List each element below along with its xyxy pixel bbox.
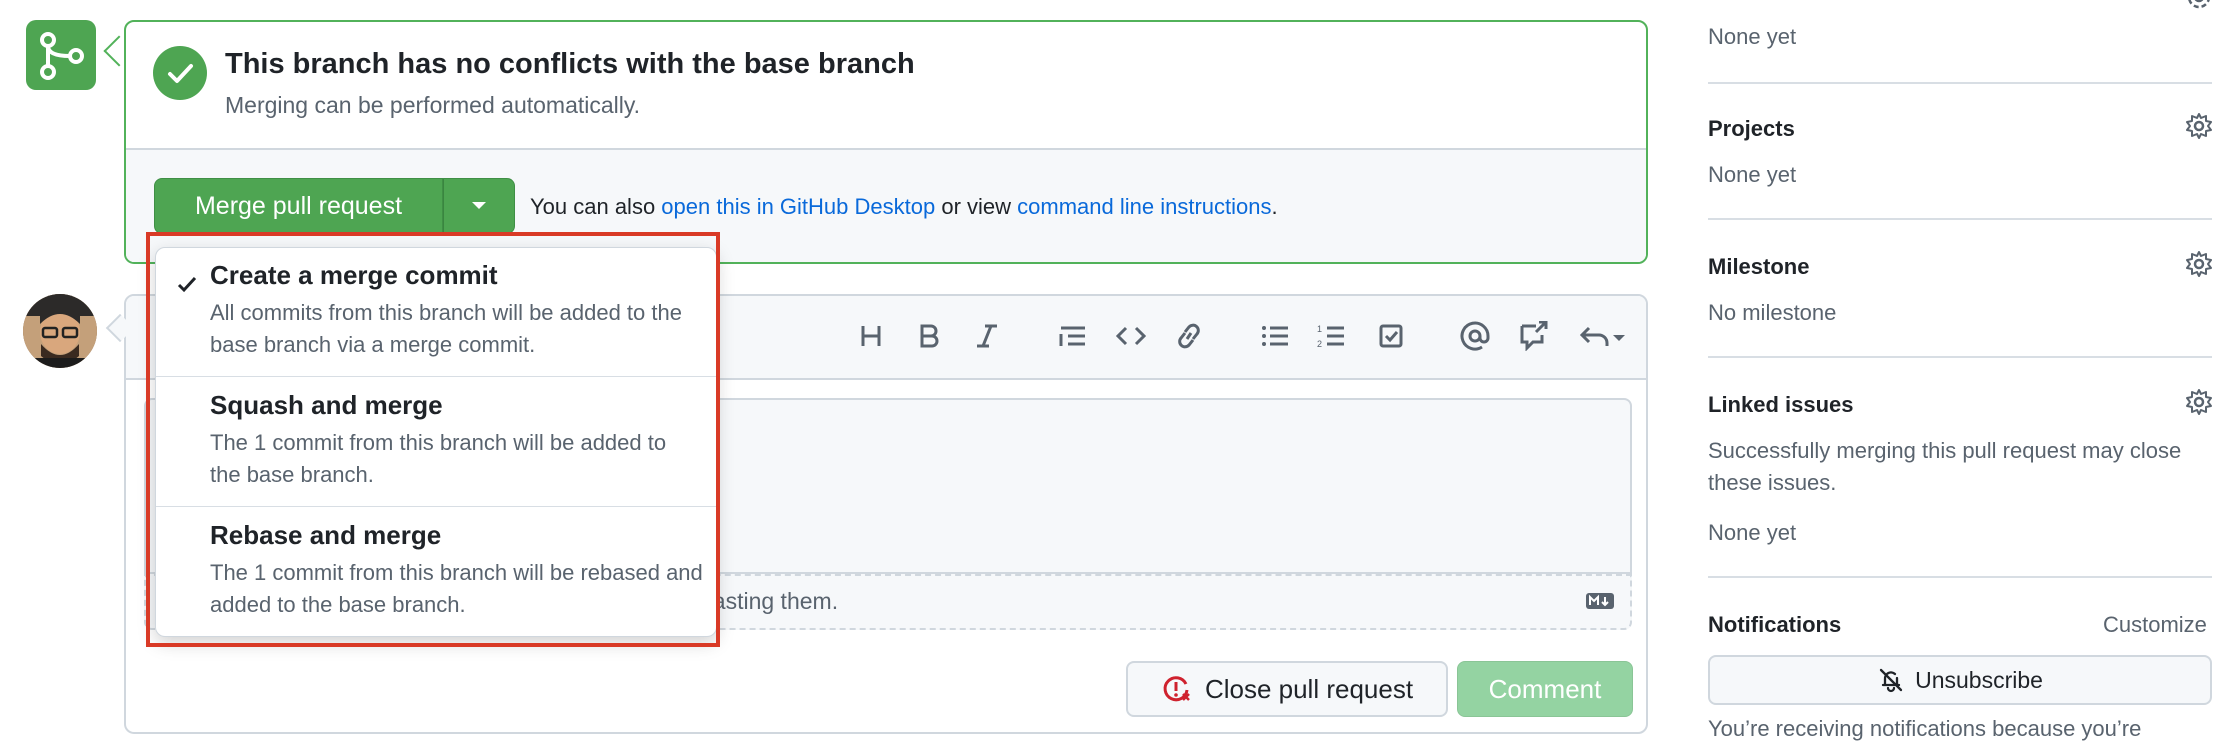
milestone-gear-icon[interactable] — [2184, 249, 2214, 279]
customize-notifications-link[interactable]: Customize — [2103, 612, 2207, 638]
sidebar-divider — [1708, 576, 2212, 578]
merge-status-subtitle: Merging can be performed automatically. — [225, 92, 641, 118]
projects-heading[interactable]: Projects — [1708, 116, 1795, 142]
also-prefix: You can also — [530, 194, 662, 219]
heading-icon[interactable] — [853, 318, 889, 354]
period-text: . — [1271, 194, 1278, 219]
svg-text:1: 1 — [1317, 324, 1322, 334]
task-list-icon[interactable] — [1373, 318, 1409, 354]
close-pull-request-label: Close pull request — [1204, 673, 1414, 704]
open-github-desktop-link[interactable]: open this in GitHub Desktop — [661, 194, 935, 219]
gear-icon[interactable] — [2184, 0, 2214, 12]
or-view-text: or view — [935, 194, 1018, 219]
merge-branch-icon — [26, 20, 96, 90]
notification-reason-text: You’re receiving notifications because y… — [1708, 716, 2142, 741]
sidebar-divider — [1708, 218, 2212, 220]
linked-issues-heading[interactable]: Linked issues — [1708, 392, 1854, 418]
issue-closed-icon — [1163, 676, 1190, 702]
milestone-heading[interactable]: Milestone — [1708, 254, 1809, 280]
bold-icon[interactable] — [911, 318, 947, 354]
mention-icon[interactable] — [1457, 318, 1493, 354]
projects-gear-icon[interactable] — [2184, 111, 2214, 141]
linked-issues-value: None yet — [1708, 520, 1797, 545]
merge-method-dropdown-button[interactable] — [443, 178, 515, 234]
caret-down-icon — [472, 202, 486, 209]
close-pull-request-button[interactable]: Close pull request — [1126, 661, 1448, 717]
notifications-heading: Notifications — [1708, 612, 1842, 637]
unsubscribe-button[interactable]: Unsubscribe — [1708, 655, 2212, 705]
linked-issues-description-line2: these issues. — [1708, 470, 1837, 495]
command-line-instructions-link[interactable]: command line instructions — [1017, 194, 1271, 219]
unordered-list-icon[interactable] — [1257, 318, 1293, 354]
highlight-outline — [146, 232, 720, 647]
bell-slash-icon — [1879, 668, 1903, 693]
milestone-value: No milestone — [1708, 300, 1837, 325]
sidebar-divider — [1708, 82, 2212, 84]
user-avatar[interactable] — [23, 294, 97, 368]
projects-value: None yet — [1708, 162, 1797, 187]
unsubscribe-label: Unsubscribe — [1915, 666, 2043, 693]
saved-replies-icon[interactable] — [1578, 318, 1628, 354]
code-icon[interactable] — [1113, 318, 1149, 354]
quote-icon[interactable] — [1055, 318, 1091, 354]
sidebar-divider — [1708, 356, 2212, 358]
merge-pull-request-button[interactable]: Merge pull request — [154, 178, 443, 234]
link-icon[interactable] — [1171, 318, 1207, 354]
alternative-merge-hint: You can also open this in GitHub Desktop… — [530, 194, 1278, 220]
check-circle-icon — [153, 46, 207, 100]
markdown-icon[interactable] — [1585, 592, 1615, 610]
italic-icon[interactable] — [969, 318, 1005, 354]
svg-text:2: 2 — [1317, 339, 1322, 349]
attach-hint-text: pasting them. — [700, 588, 839, 614]
cross-reference-icon[interactable] — [1515, 318, 1551, 354]
linked-issues-gear-icon[interactable] — [2184, 387, 2214, 417]
reviewers-value: None yet — [1708, 24, 1797, 49]
ordered-list-icon[interactable]: 12 — [1313, 318, 1349, 354]
comment-submit-button[interactable]: Comment — [1457, 661, 1633, 717]
merge-status-title: This branch has no conflicts with the ba… — [225, 48, 915, 80]
linked-issues-description-line1: Successfully merging this pull request m… — [1708, 438, 2182, 463]
